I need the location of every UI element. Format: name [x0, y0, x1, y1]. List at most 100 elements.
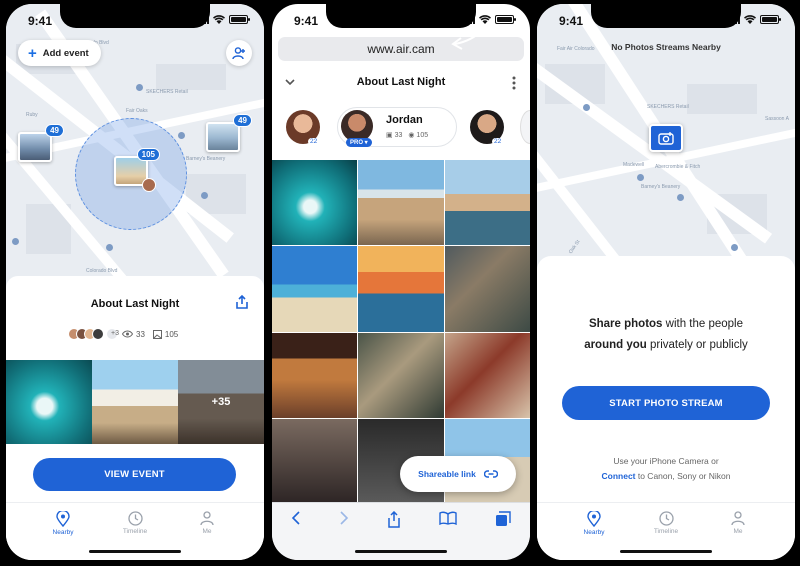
- pointer-arrow-icon: [451, 4, 498, 50]
- event-title: About Last Night: [90, 298, 180, 310]
- add-event-label: Add event: [42, 47, 89, 59]
- street-label: Ruby: [26, 112, 38, 118]
- tab-me[interactable]: Me: [188, 511, 226, 560]
- pitch-1: with the people: [662, 318, 744, 330]
- photo-grid[interactable]: [272, 160, 530, 504]
- photo-thumb[interactable]: +35: [178, 360, 264, 444]
- forward-icon[interactable]: [339, 511, 349, 525]
- photo-tile[interactable]: [358, 332, 444, 418]
- photo-tile[interactable]: [272, 160, 358, 246]
- photo-tile[interactable]: [444, 332, 530, 418]
- pitch-2: privately or publicly: [646, 339, 748, 351]
- photo-tile[interactable]: [272, 332, 358, 418]
- tab-label: Timeline: [653, 528, 679, 535]
- poi-marker: [178, 132, 185, 139]
- home-indicator: [89, 550, 181, 553]
- phone-no-streams: 9:41 Fair Air Colorado SKECHERS Retail M…: [537, 4, 795, 560]
- tab-nearby[interactable]: Nearby: [44, 511, 82, 560]
- add-person-button[interactable]: [226, 40, 252, 66]
- photos-count: 105: [152, 329, 179, 339]
- home-indicator: [355, 550, 447, 553]
- photo-tile[interactable]: [272, 246, 358, 332]
- photo-cluster-left[interactable]: 49: [18, 124, 64, 162]
- photos-value: 105: [164, 329, 179, 339]
- tab-label: Nearby: [52, 529, 74, 536]
- cluster-count-badge: 49: [233, 114, 252, 127]
- back-icon[interactable]: [291, 511, 301, 525]
- pin-icon: [56, 511, 70, 527]
- person-icon: [731, 511, 745, 526]
- photo-cluster-right[interactable]: 49: [206, 114, 252, 152]
- url-text: www.air.cam: [367, 42, 435, 56]
- tab-me[interactable]: Me: [719, 511, 757, 560]
- eye-icon: [122, 330, 133, 338]
- tabs-icon[interactable]: [495, 511, 511, 527]
- notch: [60, 4, 210, 28]
- avatar-count: 22: [308, 138, 320, 145]
- status-time: 9:41: [28, 14, 53, 28]
- views-count: 33: [122, 330, 145, 339]
- street-label: Madewell: [623, 162, 645, 168]
- bookmarks-icon[interactable]: [439, 511, 457, 525]
- poi-marker: [12, 238, 19, 245]
- pro-badge: PRO ▾: [346, 138, 372, 147]
- tab-nearby[interactable]: Nearby: [575, 511, 613, 560]
- help-line-1: Use your iPhone Camera or: [613, 456, 719, 466]
- help-text: Use your iPhone Camera or Connect to Can…: [537, 454, 795, 484]
- street-label: SKECHERS Retail: [146, 89, 188, 95]
- clock-icon: [658, 511, 674, 526]
- photo-cluster-center[interactable]: 105: [114, 148, 160, 192]
- photo-tile[interactable]: [358, 160, 444, 246]
- pin-icon: [587, 511, 601, 527]
- avatar[interactable]: [520, 110, 530, 144]
- link-icon: [483, 470, 498, 478]
- share-icon[interactable]: [234, 294, 250, 310]
- photo-tile[interactable]: [444, 160, 530, 246]
- event-photo-strip[interactable]: +35: [6, 360, 264, 444]
- photo-tile[interactable]: [358, 246, 444, 332]
- photo-thumb[interactable]: [92, 360, 178, 444]
- tab-label: Nearby: [583, 529, 605, 536]
- album-title: About Last Night: [356, 76, 446, 88]
- share-icon[interactable]: [387, 511, 401, 528]
- street-label: Abercrombie & Fitch: [655, 164, 701, 170]
- person-card-jordan[interactable]: PRO ▾ Jordan ▣ 33 ◉ 105: [337, 107, 457, 147]
- no-streams-title: No Photos Streams Nearby: [611, 42, 721, 52]
- attendee-avatars: +3: [68, 328, 119, 340]
- stage: 9:41 East Colorado Blvd Fair Oaks SKECHE…: [0, 0, 800, 566]
- camera-location-marker[interactable]: [649, 124, 683, 152]
- event-meta: +3 33 105: [68, 328, 178, 340]
- shareable-link-button[interactable]: Shareable link: [400, 456, 516, 492]
- add-event-button[interactable]: + Add event: [18, 40, 101, 66]
- photo-icon: [152, 329, 162, 339]
- views-value: 33: [136, 329, 145, 339]
- people-carousel[interactable]: 22 PRO ▾ Jordan ▣ 33 ◉ 105 22: [272, 104, 530, 156]
- phone-nearby-event: 9:41 East Colorado Blvd Fair Oaks SKECHE…: [6, 4, 264, 560]
- more-attendees: +3: [106, 328, 119, 340]
- connect-link[interactable]: Connect: [602, 471, 636, 481]
- shareable-link-label: Shareable link: [418, 469, 476, 479]
- street-label: Colorado Blvd: [86, 268, 118, 274]
- person-stats: ▣ 33 ◉ 105: [386, 131, 428, 139]
- poi-marker: [136, 84, 143, 91]
- person-views-value: 105: [416, 132, 429, 139]
- street-label: Sassoon A: [765, 116, 789, 122]
- person-views: ◉ 105: [408, 132, 429, 139]
- street-label: Barney's Beanery: [641, 184, 681, 190]
- add-person-icon: [232, 47, 245, 60]
- plus-icon: +: [28, 44, 37, 62]
- pro-label: PRO: [350, 140, 364, 146]
- battery-icon: [229, 15, 250, 24]
- poi-marker: [201, 192, 208, 199]
- person-photos: ▣ 33: [386, 132, 403, 139]
- view-event-button[interactable]: VIEW EVENT: [33, 458, 236, 491]
- photo-tile[interactable]: [272, 418, 358, 504]
- photo-tile[interactable]: [444, 246, 530, 332]
- street-label: SKECHERS Retail: [647, 104, 689, 110]
- more-options-icon[interactable]: [512, 76, 516, 90]
- person-icon: [200, 511, 214, 526]
- poi-marker: [583, 104, 590, 111]
- start-photo-stream-button[interactable]: START PHOTO STREAM: [562, 386, 770, 420]
- photo-thumb[interactable]: [6, 360, 92, 444]
- status-time: 9:41: [559, 14, 584, 28]
